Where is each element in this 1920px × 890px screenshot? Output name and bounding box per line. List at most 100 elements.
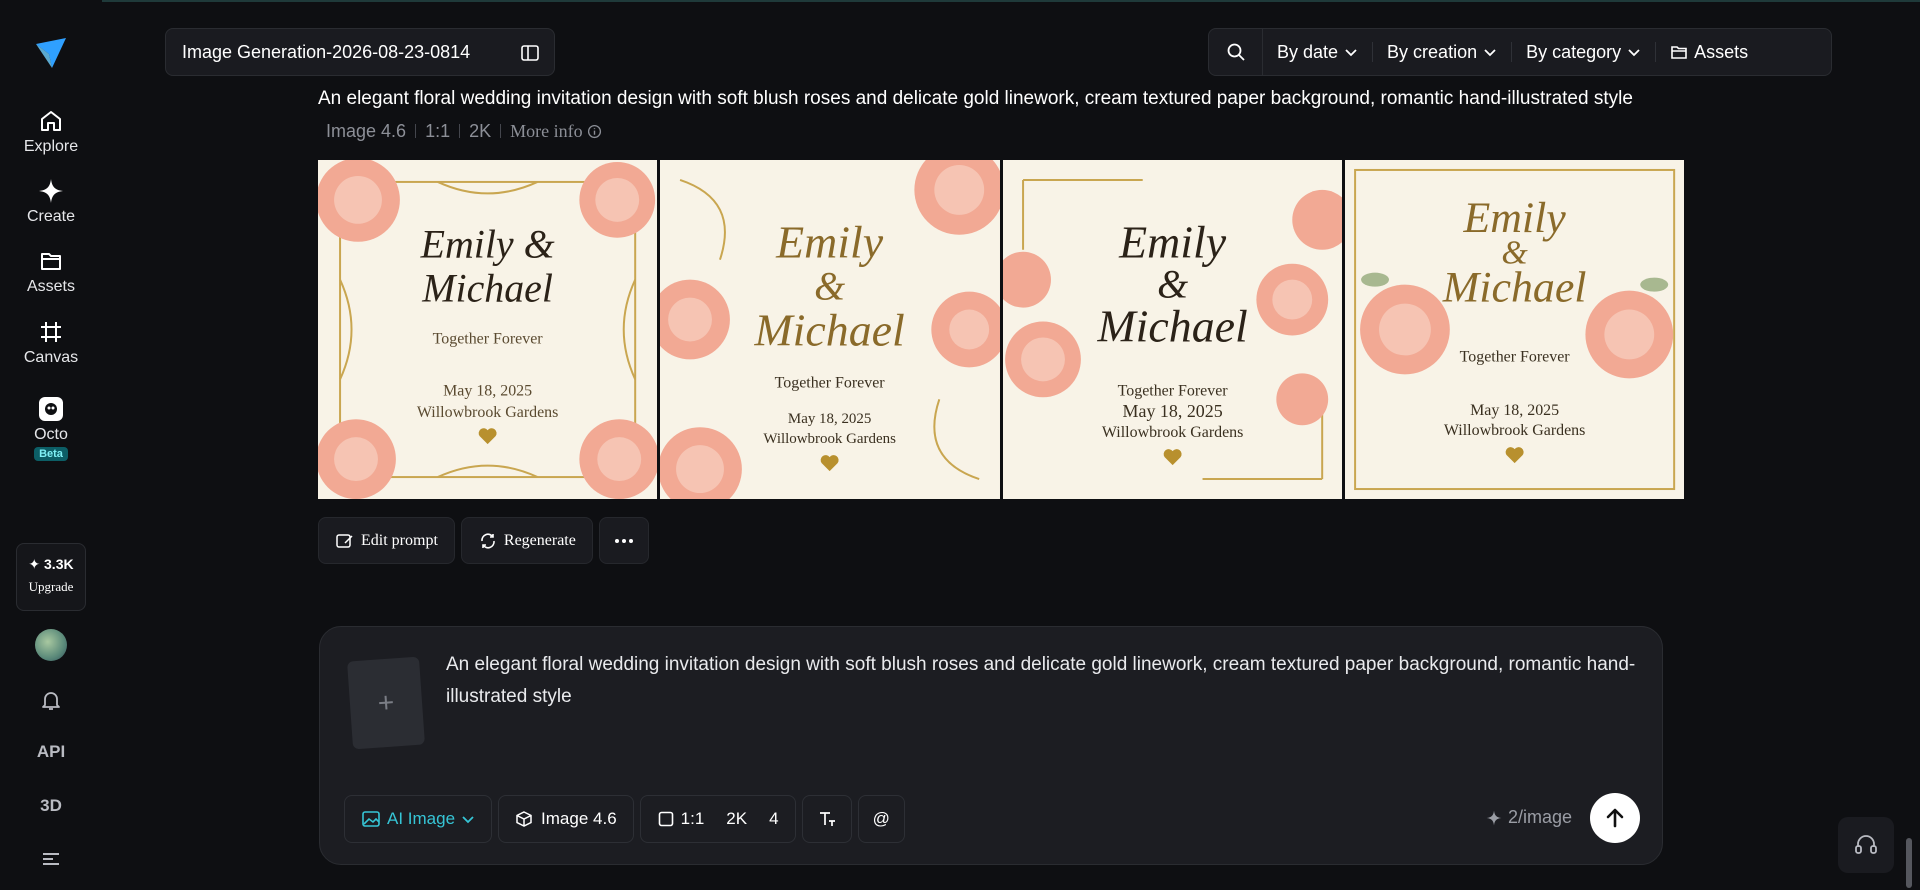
aspect-ratio-icon <box>658 811 673 827</box>
sidebar-item-label: Canvas <box>23 349 79 366</box>
generated-image-4[interactable]: Emily & Michael Together Forever May 18,… <box>1344 160 1684 499</box>
generation-cost: 2/image <box>1486 807 1572 828</box>
info-icon <box>588 124 602 139</box>
sidebar-item-label: Octo <box>34 426 68 443</box>
image-icon <box>362 811 380 827</box>
sidebar-item-assets[interactable]: Assets <box>0 248 102 296</box>
chevron-down-icon <box>1628 49 1640 57</box>
svg-text:Together Forever: Together Forever <box>775 374 886 391</box>
folder-icon <box>41 253 61 270</box>
chevron-down-icon <box>1345 49 1357 57</box>
svg-text:Together Forever: Together Forever <box>433 330 544 347</box>
panel-toggle-icon[interactable] <box>520 43 540 63</box>
home-icon <box>41 111 61 131</box>
more-horizontal-icon <box>614 538 633 543</box>
menu-button[interactable] <box>0 848 102 875</box>
svg-text:Together Forever: Together Forever <box>1117 382 1228 399</box>
assets-button[interactable]: Assets <box>1656 28 1762 76</box>
upgrade-button[interactable]: ✦ 3.3K Upgrade <box>16 543 86 611</box>
filter-bar: By date By creation By category Assets <box>1208 28 1832 76</box>
top-accent-line <box>0 0 1920 2</box>
svg-text:Michael: Michael <box>1442 264 1587 312</box>
notifications-button[interactable] <box>0 688 102 717</box>
search-button[interactable] <box>1209 28 1263 76</box>
text-format-icon <box>819 812 835 826</box>
text-style-button[interactable] <box>801 795 852 843</box>
more-actions-button[interactable] <box>598 517 649 564</box>
octo-icon <box>39 397 63 421</box>
upgrade-label: Upgrade <box>28 579 74 594</box>
folder-icon <box>1671 46 1687 59</box>
app-logo-icon[interactable] <box>34 36 68 70</box>
support-button[interactable] <box>1838 817 1894 873</box>
svg-text:May 18, 2025: May 18, 2025 <box>788 411 871 427</box>
svg-text:Michael: Michael <box>754 304 905 355</box>
svg-text:May 18, 2025: May 18, 2025 <box>1122 401 1222 421</box>
filter-by-category[interactable]: By category <box>1512 28 1655 76</box>
more-info-link[interactable]: More info <box>510 121 602 141</box>
prompt-input[interactable]: An elegant floral wedding invitation des… <box>446 649 1636 713</box>
svg-text:Emily: Emily <box>1118 217 1227 268</box>
sparkle-icon <box>1486 810 1502 825</box>
sidebar-item-label: Assets <box>26 278 75 295</box>
generated-images: Emily & Michael Together Forever May 18,… <box>318 160 1684 499</box>
invitation-illustration: Emily & Michael Together Forever May 18,… <box>660 160 1000 499</box>
project-title-pill[interactable]: Image Generation-2026-08-23-0814 <box>165 28 555 76</box>
sidebar-item-explore[interactable]: Explore <box>0 108 102 156</box>
chevron-down-icon <box>462 816 474 824</box>
mode-select[interactable]: AI Image <box>344 795 493 843</box>
regenerate-button[interactable]: Regenerate <box>460 517 593 564</box>
invitation-illustration: Emily & Michael Together Forever May 18,… <box>1344 160 1684 499</box>
chevron-down-icon <box>1484 49 1496 57</box>
send-button[interactable] <box>1590 793 1640 843</box>
generation-prompt: An elegant floral wedding invitation des… <box>318 88 1633 141</box>
sidebar-item-octo[interactable]: Octo Beta <box>0 396 102 462</box>
generated-image-2[interactable]: Emily & Michael Together Forever May 18,… <box>660 160 1000 499</box>
svg-text:Michael: Michael <box>1096 300 1247 351</box>
generated-image-3[interactable]: Emily & Michael Together Forever May 18,… <box>1002 160 1342 499</box>
avatar[interactable] <box>35 629 67 661</box>
arrow-up-icon <box>1606 808 1624 828</box>
sparkle-icon <box>39 179 63 203</box>
scrollbar[interactable] <box>1906 838 1912 888</box>
credits-count: ✦ 3.3K <box>28 556 74 572</box>
filter-by-date[interactable]: By date <box>1263 28 1372 76</box>
edit-icon <box>336 533 353 548</box>
3d-link[interactable]: 3D <box>0 796 102 816</box>
filter-by-creation[interactable]: By creation <box>1373 28 1511 76</box>
search-icon <box>1227 43 1245 61</box>
result-actions: Edit prompt Regenerate <box>318 517 649 564</box>
invitation-illustration: Emily & Michael Together Forever May 18,… <box>318 160 658 499</box>
couple-names: Emily & <box>420 222 555 267</box>
edit-prompt-button[interactable]: Edit prompt <box>318 517 455 564</box>
sidebar-item-create[interactable]: Create <box>0 178 102 226</box>
page-title: Image Generation-2026-08-23-0814 <box>182 41 471 62</box>
menu-icon <box>43 853 59 865</box>
svg-text:Emily: Emily <box>775 217 884 268</box>
sidebar-item-canvas[interactable]: Canvas <box>0 319 102 367</box>
output-settings-button[interactable]: 1:1 2K 4 <box>639 795 796 843</box>
cube-icon <box>516 811 532 827</box>
mention-button[interactable]: @ <box>857 795 905 843</box>
svg-text:May 18, 2025: May 18, 2025 <box>1470 402 1559 419</box>
svg-text:Willowbrook Gardens: Willowbrook Gardens <box>764 431 897 447</box>
bell-icon <box>42 692 60 710</box>
model-select[interactable]: Image 4.6 <box>498 795 634 843</box>
svg-text:Willowbrook Gardens: Willowbrook Gardens <box>1444 422 1585 439</box>
svg-text:Willowbrook Gardens: Willowbrook Gardens <box>1101 424 1242 441</box>
generated-image-1[interactable]: Emily & Michael Together Forever May 18,… <box>318 160 658 499</box>
sidebar-item-label: Explore <box>23 138 79 155</box>
beta-badge: Beta <box>34 447 68 461</box>
api-link[interactable]: API <box>0 742 102 762</box>
upload-reference-button[interactable]: + <box>347 656 425 750</box>
headset-icon <box>1855 835 1877 854</box>
sidebar-item-label: Create <box>26 208 76 225</box>
svg-text:Michael: Michael <box>421 266 553 311</box>
regenerate-icon <box>481 532 495 549</box>
generation-meta: Image 4.6 1:1 2K More info <box>318 121 602 141</box>
sidebar: Explore Create Assets Canvas Octo Beta ✦… <box>0 0 102 890</box>
prompt-composer: + An elegant floral wedding invitation d… <box>319 626 1663 865</box>
composer-toolbar: AI Image Image 4.6 1:1 2K 4 @ <box>344 795 905 843</box>
canvas-icon <box>41 322 61 342</box>
svg-text:Willowbrook Gardens: Willowbrook Gardens <box>417 404 558 421</box>
